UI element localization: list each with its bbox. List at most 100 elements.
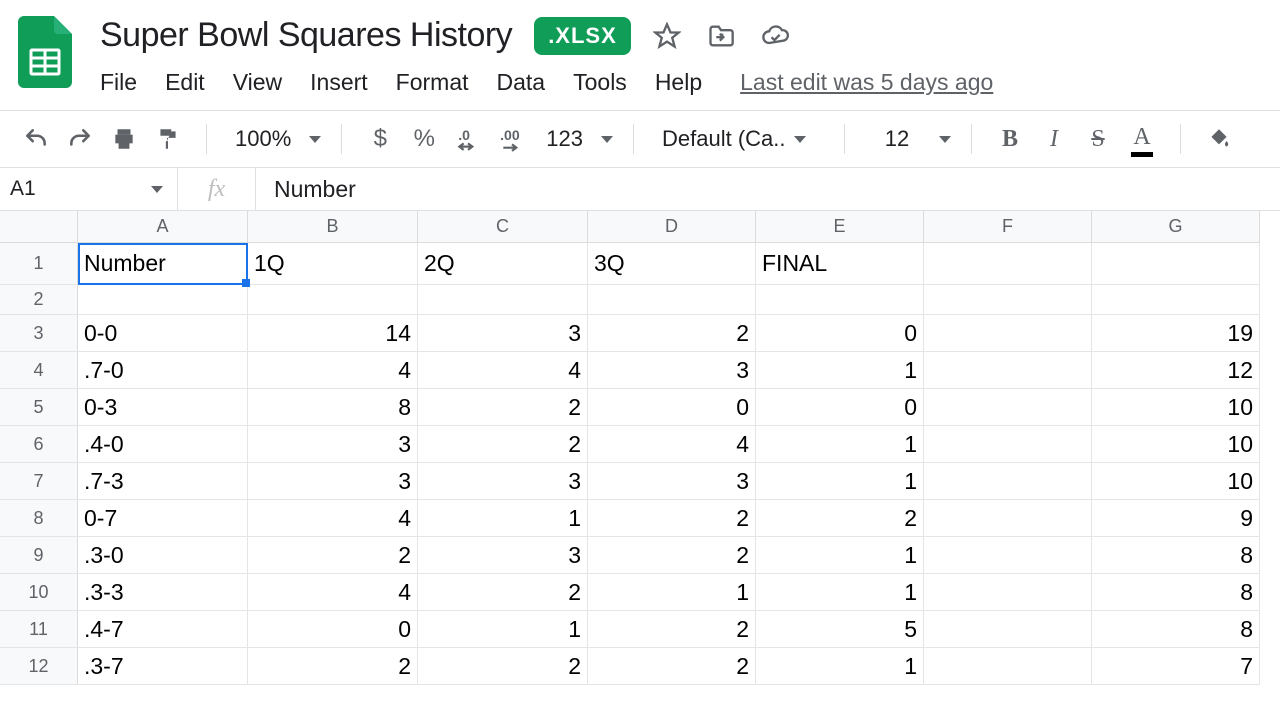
spreadsheet-grid[interactable]: A B C D E F G 1 Number 1Q 2Q 3Q FINAL 2 …	[0, 211, 1280, 685]
percent-button[interactable]: %	[406, 121, 442, 157]
row-header[interactable]: 11	[0, 611, 78, 648]
row-header[interactable]: 9	[0, 537, 78, 574]
cell[interactable]: 5	[756, 611, 924, 648]
cell[interactable]: 4	[248, 352, 418, 389]
cell[interactable]	[418, 285, 588, 315]
cell[interactable]: 8	[1092, 537, 1260, 574]
cell[interactable]: 2	[588, 611, 756, 648]
cell[interactable]: 1	[588, 574, 756, 611]
undo-icon[interactable]	[18, 121, 54, 157]
col-header[interactable]: D	[588, 211, 756, 243]
cell[interactable]: 9	[1092, 500, 1260, 537]
cell[interactable]: 2	[248, 537, 418, 574]
cell[interactable]	[924, 463, 1092, 500]
row-header[interactable]: 4	[0, 352, 78, 389]
cell[interactable]: 3	[588, 352, 756, 389]
cell[interactable]	[924, 648, 1092, 685]
cell[interactable]: 4	[588, 426, 756, 463]
text-color-button[interactable]: A	[1124, 121, 1160, 157]
row-header[interactable]: 1	[0, 243, 78, 285]
row-header[interactable]: 7	[0, 463, 78, 500]
fill-color-button[interactable]	[1201, 121, 1237, 157]
cell[interactable]: 14	[248, 315, 418, 352]
cell[interactable]: 2	[418, 389, 588, 426]
cell[interactable]: 8	[248, 389, 418, 426]
cell[interactable]	[1092, 243, 1260, 285]
cell[interactable]: 3	[248, 463, 418, 500]
cell[interactable]: .4-7	[78, 611, 248, 648]
row-header[interactable]: 12	[0, 648, 78, 685]
cell[interactable]: .7-3	[78, 463, 248, 500]
cell[interactable]	[924, 315, 1092, 352]
cell[interactable]: 19	[1092, 315, 1260, 352]
cell[interactable]: 2	[418, 648, 588, 685]
print-icon[interactable]	[106, 121, 142, 157]
cell[interactable]: 0-3	[78, 389, 248, 426]
cell[interactable]	[924, 243, 1092, 285]
cell[interactable]: 10	[1092, 426, 1260, 463]
row-header[interactable]: 6	[0, 426, 78, 463]
cell[interactable]: 0-7	[78, 500, 248, 537]
cell[interactable]: 7	[1092, 648, 1260, 685]
cell[interactable]: 0-0	[78, 315, 248, 352]
cell[interactable]	[924, 574, 1092, 611]
cell[interactable]: 3Q	[588, 243, 756, 285]
row-header[interactable]: 2	[0, 285, 78, 315]
cell[interactable]: 8	[1092, 611, 1260, 648]
cloud-saved-icon[interactable]	[761, 22, 789, 50]
cell[interactable]: 2	[248, 648, 418, 685]
cell[interactable]: 0	[756, 389, 924, 426]
cell[interactable]: 0	[588, 389, 756, 426]
cell[interactable]: .3-7	[78, 648, 248, 685]
cell[interactable]: 10	[1092, 389, 1260, 426]
cell[interactable]: Number	[78, 243, 248, 285]
cell[interactable]: 12	[1092, 352, 1260, 389]
menu-edit[interactable]: Edit	[165, 69, 205, 96]
cell[interactable]: 1	[756, 426, 924, 463]
currency-button[interactable]: $	[362, 121, 398, 157]
paint-format-icon[interactable]	[150, 121, 186, 157]
cell[interactable]: 3	[418, 463, 588, 500]
cell[interactable]: 2	[588, 537, 756, 574]
menu-help[interactable]: Help	[655, 69, 702, 96]
formula-input[interactable]: Number	[256, 168, 1280, 210]
font-dropdown[interactable]: Default (Ca...	[654, 126, 824, 152]
cell[interactable]	[924, 352, 1092, 389]
col-header[interactable]: A	[78, 211, 248, 243]
col-header[interactable]: C	[418, 211, 588, 243]
last-edit-link[interactable]: Last edit was 5 days ago	[740, 69, 993, 96]
menu-tools[interactable]: Tools	[573, 69, 627, 96]
menu-data[interactable]: Data	[497, 69, 546, 96]
cell[interactable]: 1	[418, 611, 588, 648]
cell[interactable]: .3-0	[78, 537, 248, 574]
decrease-decimal-button[interactable]: .0	[450, 121, 486, 157]
cell[interactable]: 1	[418, 500, 588, 537]
cell[interactable]: 2	[588, 500, 756, 537]
cell[interactable]	[924, 285, 1092, 315]
cell[interactable]	[924, 426, 1092, 463]
cell[interactable]	[588, 285, 756, 315]
col-header[interactable]: F	[924, 211, 1092, 243]
move-to-folder-icon[interactable]	[707, 22, 735, 50]
col-header[interactable]: B	[248, 211, 418, 243]
col-header[interactable]: G	[1092, 211, 1260, 243]
star-icon[interactable]	[653, 22, 681, 50]
menu-view[interactable]: View	[233, 69, 282, 96]
cell[interactable]: 1	[756, 463, 924, 500]
cell[interactable]	[924, 500, 1092, 537]
row-header[interactable]: 8	[0, 500, 78, 537]
menu-format[interactable]: Format	[396, 69, 469, 96]
strikethrough-button[interactable]: S	[1080, 121, 1116, 157]
cell[interactable]: 3	[248, 426, 418, 463]
cell[interactable]: .4-0	[78, 426, 248, 463]
cell[interactable]: 2	[756, 500, 924, 537]
cell[interactable]	[78, 285, 248, 315]
select-all-corner[interactable]	[0, 211, 78, 243]
cell[interactable]	[248, 285, 418, 315]
menu-file[interactable]: File	[100, 69, 137, 96]
row-header[interactable]: 10	[0, 574, 78, 611]
cell[interactable]: 2	[418, 426, 588, 463]
cell[interactable]: .7-0	[78, 352, 248, 389]
cell[interactable]: 2Q	[418, 243, 588, 285]
sheets-logo[interactable]	[18, 16, 72, 88]
